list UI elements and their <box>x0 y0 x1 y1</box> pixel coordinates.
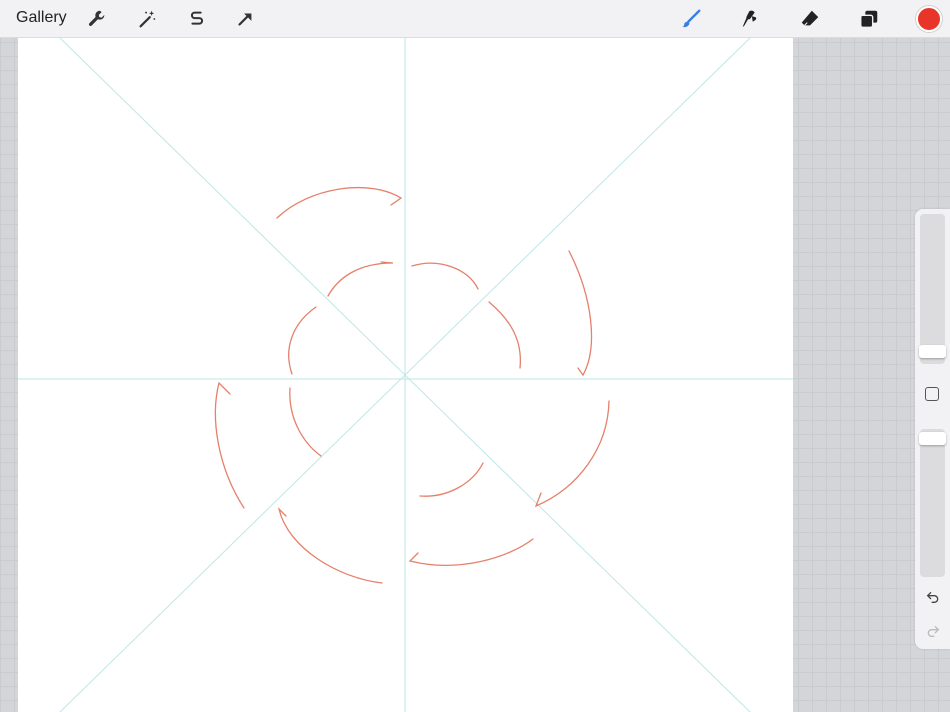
brush-stroke <box>408 538 534 566</box>
smudge-icon[interactable] <box>737 6 763 32</box>
opacity-slider-handle[interactable] <box>919 432 946 445</box>
brush-stroke <box>277 506 383 584</box>
brush-stroke <box>327 261 394 297</box>
brush-stroke <box>568 250 593 377</box>
modify-button[interactable] <box>925 387 939 401</box>
layers-icon[interactable] <box>856 6 882 32</box>
brush-stroke <box>289 387 322 457</box>
sidebar-controls <box>915 209 950 649</box>
brush-stroke <box>214 381 245 509</box>
magic-wand-icon[interactable] <box>134 6 160 32</box>
brush-stroke <box>411 262 479 290</box>
wrench-icon[interactable] <box>84 6 110 32</box>
brush-size-slider[interactable] <box>920 214 945 364</box>
canvas-artwork <box>18 38 793 712</box>
brush-icon[interactable] <box>678 6 704 32</box>
eraser-icon[interactable] <box>797 6 823 32</box>
brush-stroke <box>288 306 317 375</box>
brush-stroke <box>276 186 403 219</box>
transform-arrow-icon[interactable] <box>232 6 258 32</box>
brush-stroke <box>534 400 610 508</box>
brush-stroke <box>488 301 522 369</box>
brush-size-slider-handle[interactable] <box>919 345 946 358</box>
top-toolbar: Gallery <box>0 0 950 38</box>
color-picker-button[interactable] <box>916 6 942 32</box>
undo-arrow-icon[interactable] <box>923 587 943 607</box>
brush-stroke <box>419 462 484 497</box>
opacity-slider[interactable] <box>920 429 945 577</box>
drawing-canvas[interactable] <box>18 38 793 712</box>
gallery-button[interactable]: Gallery <box>16 9 67 27</box>
redo-arrow-icon[interactable] <box>923 621 943 641</box>
selection-s-icon[interactable] <box>184 6 210 32</box>
